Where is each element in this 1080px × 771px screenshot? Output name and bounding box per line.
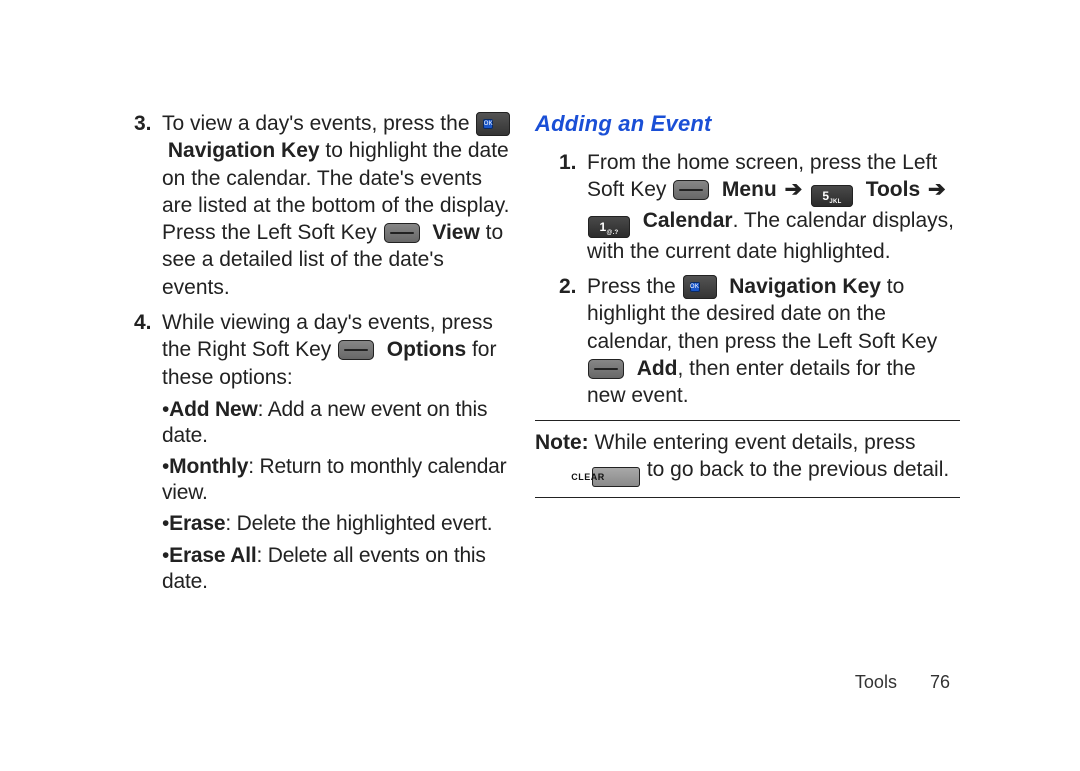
right-column: Adding an Event 1. From the home screen,… — [535, 110, 960, 731]
navigation-key-label: Navigation Key — [168, 139, 320, 162]
list-item: •Monthly: Return to monthly calendar vie… — [162, 454, 515, 505]
divider — [535, 420, 960, 421]
divider — [535, 497, 960, 498]
add-label: Add — [637, 357, 678, 380]
left-soft-key-icon — [673, 180, 709, 200]
arrow-icon: ➔ — [785, 178, 808, 201]
note-text-1: While entering event details, press — [589, 431, 916, 454]
calendar-label: Calendar — [643, 209, 733, 232]
options-label: Options — [387, 338, 466, 361]
list-item: •Erase All: Delete all events on this da… — [162, 543, 515, 594]
navigation-key-icon — [683, 275, 717, 299]
arrow-icon: ➔ — [928, 178, 946, 201]
left-soft-key-icon — [384, 223, 420, 243]
view-label: View — [432, 221, 479, 244]
step-3: 3. To view a day's events, press the Nav… — [110, 110, 515, 301]
navigation-key-icon — [476, 112, 510, 136]
left-column: 3. To view a day's events, press the Nav… — [110, 110, 535, 731]
list-item: •Add New: Add a new event on this date. — [162, 397, 515, 448]
step-number: 1. — [559, 149, 577, 176]
options-list: •Add New: Add a new event on this date. … — [162, 397, 515, 594]
step-3-text-1: To view a day's events, press the — [162, 112, 475, 135]
list-item: •Erase: Delete the highlighted evert. — [162, 511, 515, 537]
page-footer: Tools 76 — [855, 672, 950, 693]
right-soft-key-icon — [338, 340, 374, 360]
note-block: Note: While entering event details, pres… — [535, 429, 960, 487]
key-1-icon: 1@.? — [588, 216, 630, 238]
section-heading: Adding an Event — [535, 110, 960, 139]
left-soft-key-icon — [588, 359, 624, 379]
footer-section: Tools — [855, 672, 897, 692]
step-2-text-1: Press the — [587, 275, 682, 298]
step-number: 3. — [134, 110, 152, 137]
tools-label: Tools — [866, 178, 920, 201]
key-5-icon: 5JKL — [811, 185, 853, 207]
step-1: 1. From the home screen, press the Left … — [535, 149, 960, 266]
page-number: 76 — [930, 672, 950, 692]
step-number: 4. — [134, 309, 152, 336]
step-2: 2. Press the Navigation Key to highlight… — [535, 273, 960, 409]
note-text-2: to go back to the previous detail. — [641, 458, 949, 481]
note-label: Note: — [535, 431, 589, 454]
clear-key-icon: CLEAR — [592, 467, 640, 487]
step-number: 2. — [559, 273, 577, 300]
manual-page: 3. To view a day's events, press the Nav… — [0, 0, 1080, 771]
step-4: 4. While viewing a day's events, press t… — [110, 309, 515, 594]
menu-label: Menu — [722, 178, 777, 201]
navigation-key-label: Navigation Key — [729, 275, 881, 298]
